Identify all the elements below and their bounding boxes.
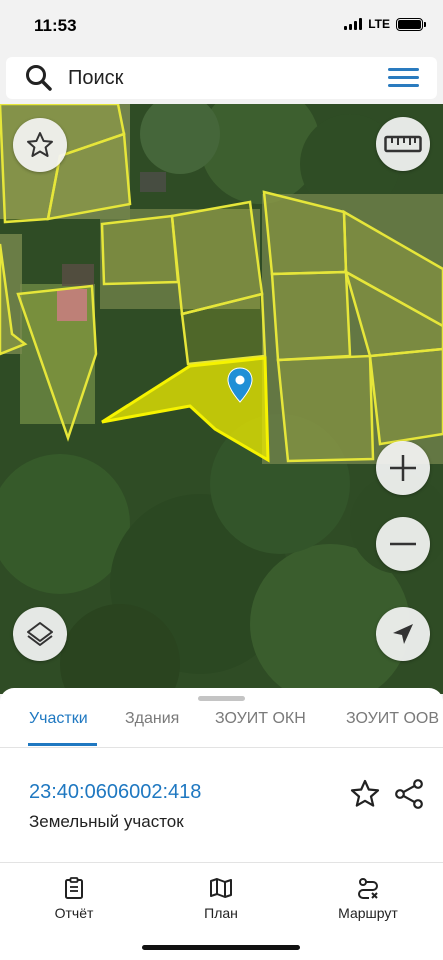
tab-buildings[interactable]: Здания <box>125 710 179 742</box>
zoom-in-button[interactable] <box>376 441 430 495</box>
tab-zouit-oov[interactable]: ЗОУИТ ООВ <box>346 710 439 742</box>
sheet-handle[interactable] <box>198 696 245 701</box>
share-icon[interactable] <box>393 778 425 810</box>
parcel-type: Земельный участок <box>29 812 184 831</box>
layers-icon <box>27 622 53 646</box>
nav-plan[interactable]: План <box>176 877 266 921</box>
star-icon <box>27 132 53 157</box>
search-placeholder[interactable]: Поиск <box>68 67 123 90</box>
network-type: LTE <box>368 17 390 31</box>
tab-parcels[interactable]: Участки <box>29 710 88 742</box>
search-bar[interactable]: Поиск <box>6 57 437 99</box>
layers-button[interactable] <box>13 607 67 661</box>
bottom-nav: Отчёт План Маршрут <box>0 863 443 923</box>
tab-zouit-okn[interactable]: ЗОУИТ ОКН <box>215 710 306 742</box>
ruler-button[interactable] <box>376 117 430 171</box>
nav-plan-label: План <box>204 905 238 921</box>
search-icon <box>26 65 52 91</box>
star-icon[interactable] <box>349 778 381 810</box>
location-arrow-icon <box>393 624 413 644</box>
parcel-card[interactable]: 23:40:0606002:418 Земельный участок <box>0 748 443 863</box>
cadastral-number[interactable]: 23:40:0606002:418 <box>29 781 201 804</box>
report-icon <box>65 877 83 899</box>
nav-route-label: Маршрут <box>338 905 398 921</box>
status-time: 11:53 <box>34 16 77 35</box>
zoom-out-button[interactable] <box>376 517 430 571</box>
nav-report[interactable]: Отчёт <box>29 877 119 921</box>
status-bar: 11:53 LTE <box>0 0 443 52</box>
sheet-tabs: Участки Здания ЗОУИТ ОКН ЗОУИТ ООВ <box>0 706 443 748</box>
status-indicators: LTE <box>344 17 426 31</box>
nav-report-label: Отчёт <box>54 905 94 921</box>
nav-route[interactable]: Маршрут <box>323 877 413 921</box>
signal-icon <box>344 18 363 30</box>
map-plan-icon <box>210 878 232 898</box>
plus-icon <box>390 455 416 481</box>
battery-icon <box>396 17 426 31</box>
favorite-button[interactable] <box>13 118 67 172</box>
route-icon <box>358 878 378 899</box>
minus-icon <box>390 542 416 546</box>
active-tab-indicator <box>28 743 97 746</box>
map-imagery <box>0 104 443 694</box>
locate-button[interactable] <box>376 607 430 661</box>
home-indicator[interactable] <box>142 945 300 950</box>
info-sheet[interactable]: Участки Здания ЗОУИТ ОКН ЗОУИТ ООВ 23:40… <box>0 688 443 960</box>
ruler-icon <box>384 135 422 153</box>
satellite-map[interactable] <box>0 104 443 694</box>
hamburger-menu-icon[interactable] <box>388 68 419 88</box>
